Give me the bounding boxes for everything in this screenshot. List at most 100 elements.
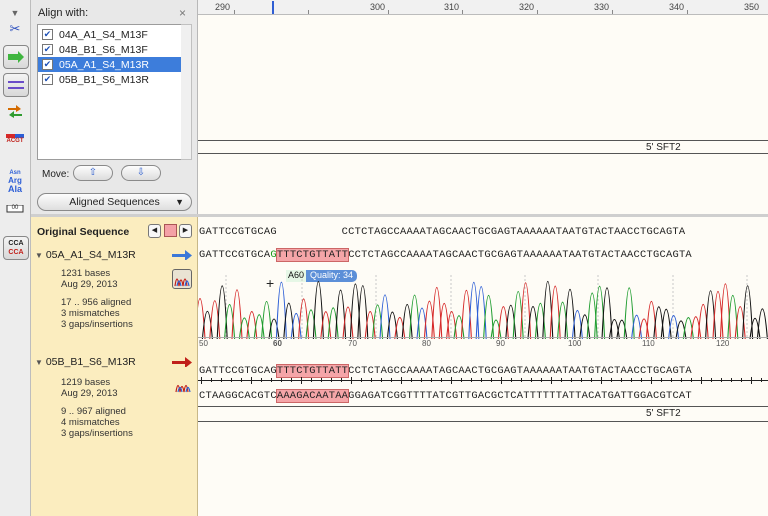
read-title[interactable]: ▼ 05A_A1_S4_M13R: [35, 249, 136, 261]
scissors-icon[interactable]: ✂: [3, 18, 27, 40]
consensus-highlight: AAAGACAATAA: [275, 389, 350, 403]
read-seq-mismatch: G: [270, 249, 277, 261]
strand-tick: [741, 378, 742, 382]
chromatogram-peak: [660, 308, 672, 339]
strand-tick: [541, 378, 542, 382]
strand-tick: [481, 378, 482, 382]
checkbox-checked[interactable]: ✔: [42, 59, 53, 70]
sequence-list-item[interactable]: ✔ 04A_A1_S4_M13F: [38, 27, 181, 42]
chromatogram-icon[interactable]: [175, 377, 191, 393]
strand-tick: [521, 378, 522, 382]
prev-arrow-icon[interactable]: ◀: [148, 224, 161, 238]
strand-tick: [281, 378, 282, 382]
strand-tick: [561, 378, 562, 382]
strand-tick: [331, 378, 332, 382]
strand-tick: [751, 377, 752, 384]
strand-tick: [351, 377, 352, 384]
read-aligned-range: 9 .. 967 aligned: [61, 406, 126, 417]
view-dropdown-value: Aligned Sequences: [69, 196, 160, 208]
strand-tick: [651, 377, 652, 384]
read-title[interactable]: ▼ 05B_B1_S6_M13R: [35, 356, 136, 368]
close-icon[interactable]: ×: [179, 6, 186, 20]
ruler-tick: [388, 10, 389, 14]
strand-tick: [571, 378, 572, 382]
feature-track-line: [198, 140, 768, 141]
feature-track-line: [198, 406, 768, 407]
ruler-tick-label: 300: [370, 2, 386, 12]
sequence-list[interactable]: ✔ 04A_A1_S4_M13F ✔ 04B_B1_S6_M13F ✔ 05A_…: [37, 24, 182, 160]
sequence-list-item[interactable]: ✔ 04B_B1_S6_M13F: [38, 42, 181, 57]
strand-tick: [511, 378, 512, 382]
strand-tick: [621, 378, 622, 382]
chromatogram-peak: [468, 282, 480, 339]
strand-tick: [201, 377, 202, 384]
alignment-view[interactable]: GATTCCGTGCAG CCTCTAGCCAAAATAGCAACTGCGAGT…: [198, 217, 768, 516]
swap-arrows-icon[interactable]: [3, 100, 27, 122]
read-seq-highlight: TTTCTGTTATT: [275, 248, 350, 262]
consensus-segment: GATTCCGTGCAG: [199, 365, 277, 377]
strand-tick: [531, 378, 532, 382]
ruler-tick: [612, 10, 613, 14]
strand-tick: [601, 377, 602, 384]
cca-label-bottom: CCA: [8, 249, 24, 256]
cca-label-top: CCA: [8, 240, 24, 247]
cca-button[interactable]: CCA CCA: [3, 236, 29, 260]
ruler-tick: [234, 10, 235, 14]
disclosure-triangle-icon[interactable]: ▼: [35, 358, 43, 367]
strand-tick: [371, 378, 372, 382]
strand-tick: [591, 378, 592, 382]
axis-tick-label: 120: [716, 339, 730, 348]
strand-tick: [461, 378, 462, 382]
ruler-tick-label: 330: [594, 2, 610, 12]
acgt-icon[interactable]: ACGT: [3, 128, 27, 150]
strand-tick: [261, 378, 262, 382]
read-date: Aug 29, 2013: [61, 388, 118, 399]
read-mismatches: 4 mismatches: [61, 417, 120, 428]
disclosure-triangle-icon[interactable]: ▼: [35, 251, 43, 260]
translate-icon[interactable]: Asn Arg Ala: [3, 167, 27, 195]
strand-tick: [731, 378, 732, 382]
chromatogram-icon: [174, 278, 190, 287]
strand-tick: [421, 378, 422, 382]
strand-tick: [711, 378, 712, 382]
checkbox-checked[interactable]: ✔: [42, 29, 53, 40]
checkbox-checked[interactable]: ✔: [42, 74, 53, 85]
feature-label: 5' SFT2: [646, 408, 681, 419]
ruler-tick-label: 320: [519, 2, 535, 12]
sequence-list-item[interactable]: ✔ 05B_B1_S6_M13R: [38, 72, 181, 87]
acgt-label: ACGT: [6, 138, 24, 144]
consensus-highlight: TTTCTGTTATT: [275, 364, 350, 378]
list-scrollbar[interactable]: [181, 24, 192, 160]
strand-tick: [341, 378, 342, 382]
ruler-cursor[interactable]: [272, 1, 274, 14]
strand-tick: [611, 378, 612, 382]
chromatogram-toggle-button[interactable]: [172, 269, 192, 289]
axis-tick-label: 50: [199, 339, 208, 348]
read-name: 05A_A1_S4_M13R: [45, 249, 136, 261]
strand-tick: [231, 378, 232, 382]
chromatogram-trace[interactable]: [198, 275, 768, 339]
chromatogram-peak: [438, 302, 450, 339]
chromatogram-peak: [446, 311, 458, 339]
strand-tick: [211, 378, 212, 382]
chromatogram-peak: [198, 298, 206, 339]
chromatogram-peak: [246, 311, 258, 339]
chromatogram-peak: [668, 315, 680, 339]
align-forward-button[interactable]: [3, 45, 29, 69]
move-down-button[interactable]: ⇩: [121, 165, 161, 181]
move-up-button[interactable]: ⇧: [73, 165, 113, 181]
ruler-tick-label: 310: [444, 2, 460, 12]
sequence-list-item-selected[interactable]: ✔ 05A_A1_S4_M13R: [38, 57, 181, 72]
zoom-width-icon[interactable]: 00: [3, 197, 27, 219]
checkbox-checked[interactable]: ✔: [42, 44, 53, 55]
next-arrow-icon[interactable]: ▶: [179, 224, 192, 238]
upper-sequence-view[interactable]: 5' SFT2: [198, 15, 768, 214]
color-swatch[interactable]: [164, 224, 177, 237]
consensus-bottom-text: CTAAGGCACGTCAAAGACAATAAGGAGATCGGTTTTATCG…: [199, 389, 692, 403]
strand-tick: [761, 378, 762, 382]
view-dropdown[interactable]: Aligned Sequences ▼: [37, 193, 192, 211]
read-date: Aug 29, 2013: [61, 279, 118, 290]
compare-button[interactable]: [3, 73, 29, 97]
consensus-segment: CTAAGGCACGTC: [199, 390, 277, 402]
position-ruler[interactable]: 290 300 310 320 330 340 350: [198, 0, 768, 15]
